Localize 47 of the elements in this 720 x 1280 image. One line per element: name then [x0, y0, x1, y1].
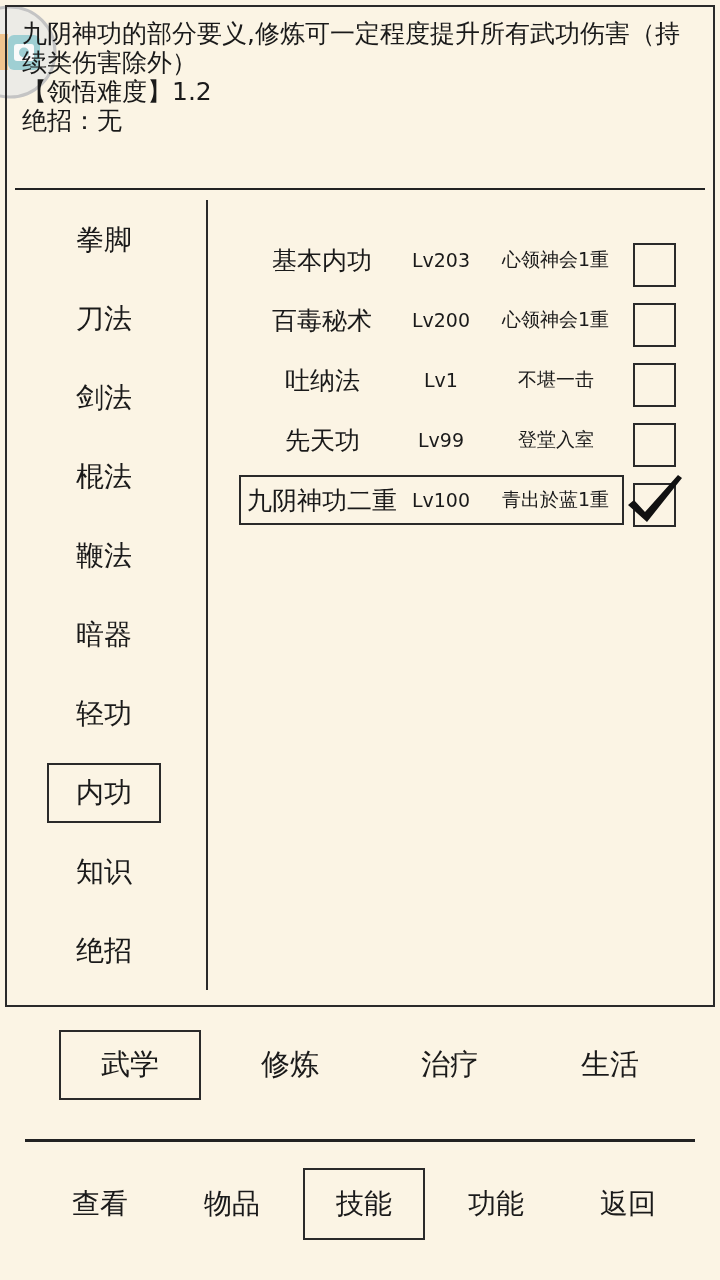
skill-stage: 青出於蓝1重 — [500, 487, 610, 512]
skill-level: Lv1 — [424, 369, 458, 391]
skill-row[interactable]: 基本内功 Lv203 心领神会1重 — [239, 235, 624, 285]
section-tab[interactable]: 生活 — [539, 1030, 681, 1100]
skill-name: 基本内功 — [272, 244, 372, 277]
category-tab[interactable]: 绝招 — [46, 920, 161, 981]
checkbox[interactable] — [633, 423, 676, 467]
skill-level: Lv100 — [411, 489, 471, 511]
nav-button[interactable]: 功能 — [435, 1168, 557, 1240]
checkbox[interactable] — [633, 303, 676, 347]
category-tab[interactable]: 轻功 — [46, 683, 161, 744]
category-tab[interactable]: 内功 — [46, 762, 161, 823]
section-tab[interactable]: 治疗 — [379, 1030, 521, 1100]
nav-button[interactable]: 物品 — [171, 1168, 293, 1240]
skill-level: Lv99 — [418, 429, 464, 451]
skill-row[interactable]: 百毒秘术 Lv200 心领神会1重 — [239, 295, 624, 345]
nav-button[interactable]: 技能 — [303, 1168, 425, 1240]
category-tab[interactable]: 刀法 — [46, 288, 161, 349]
nav-button[interactable]: 查看 — [39, 1168, 161, 1240]
checkbox[interactable] — [633, 363, 676, 407]
category-tab[interactable]: 暗器 — [46, 604, 161, 665]
description-text: 九阴神功的部分要义,修炼可一定程度提升所有武功伤害（持续类伤害除外） — [22, 19, 681, 77]
nav-button[interactable]: 返回 — [567, 1168, 689, 1240]
skill-name: 先天功 — [284, 424, 360, 457]
skill-level: Lv200 — [411, 309, 471, 331]
category-tab[interactable]: 拳脚 — [46, 209, 161, 270]
skill-row[interactable]: 九阴神功二重 Lv100 青出於蓝1重 — [239, 475, 624, 525]
skill-stage: 不堪一击 — [516, 367, 594, 392]
skill-level: Lv203 — [411, 249, 471, 271]
category-tab[interactable]: 知识 — [46, 841, 161, 902]
category-tab[interactable]: 剑法 — [46, 367, 161, 428]
section-tab[interactable]: 武学 — [59, 1030, 201, 1100]
section-tab[interactable]: 修炼 — [219, 1030, 361, 1100]
difficulty-text: 【领悟难度】1.2 — [22, 77, 213, 106]
skill-row[interactable]: 先天功 Lv99 登堂入室 — [239, 415, 624, 465]
skill-name: 九阴神功二重 — [247, 484, 397, 517]
skill-stage: 登堂入室 — [516, 427, 594, 452]
skill-name: 吐纳法 — [284, 364, 360, 397]
skill-stage: 心领神会1重 — [500, 307, 610, 332]
ultimate-text: 绝招：无 — [22, 106, 123, 135]
category-tab[interactable]: 棍法 — [46, 446, 161, 507]
checkbox[interactable] — [628, 475, 682, 527]
checkbox[interactable] — [633, 243, 676, 287]
skill-row[interactable]: 吐纳法 Lv1 不堪一击 — [239, 355, 624, 405]
skill-stage: 心领神会1重 — [500, 247, 610, 272]
skill-name: 百毒秘术 — [272, 304, 372, 337]
category-tab[interactable]: 鞭法 — [46, 525, 161, 586]
